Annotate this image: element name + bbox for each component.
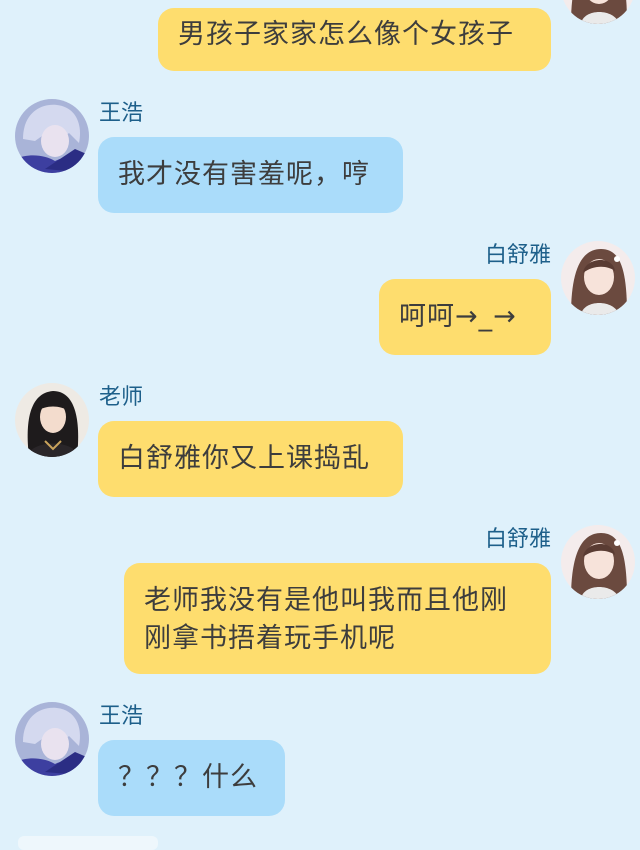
message-bubble: 白舒雅你又上课捣乱 <box>98 421 403 497</box>
message-bubble: 老师我没有是他叫我而且他刚 刚拿书捂着玩手机呢 <box>124 563 551 674</box>
message-text-line: 老师我没有是他叫我而且他刚 <box>144 585 508 616</box>
message-bubble: 男孩子家家怎么像个女孩子 <box>158 8 551 71</box>
message-text: 男孩子家家怎么像个女孩子 <box>178 19 514 50</box>
message-bubble: 我才没有害羞呢，哼 <box>98 137 403 213</box>
girl-avatar[interactable] <box>561 241 635 315</box>
sender-name: 王浩 <box>99 101 144 126</box>
girl-avatar[interactable] <box>561 525 635 599</box>
message-text-line: 刚拿书捂着玩手机呢 <box>144 623 396 654</box>
message-bubble: ？？？什么 <box>98 740 285 816</box>
boy-avatar[interactable] <box>15 99 89 173</box>
teacher-avatar[interactable] <box>15 383 89 457</box>
message-bubble: 呵呵→_→ <box>379 279 551 355</box>
girl-avatar[interactable] <box>561 0 635 24</box>
message-text: 白舒雅你又上课捣乱 <box>118 443 370 474</box>
sender-name: 白舒雅 <box>484 243 551 268</box>
sender-name: 王浩 <box>99 704 144 729</box>
sender-name: 白舒雅 <box>484 527 551 552</box>
message-text: 我才没有害羞呢，哼 <box>118 159 370 190</box>
sender-name: 老师 <box>99 385 144 410</box>
message-text: 呵呵→_→ <box>399 301 517 332</box>
message-text: ？？？什么 <box>118 762 258 793</box>
boy-avatar[interactable] <box>15 702 89 776</box>
next-message-edge <box>18 836 158 850</box>
